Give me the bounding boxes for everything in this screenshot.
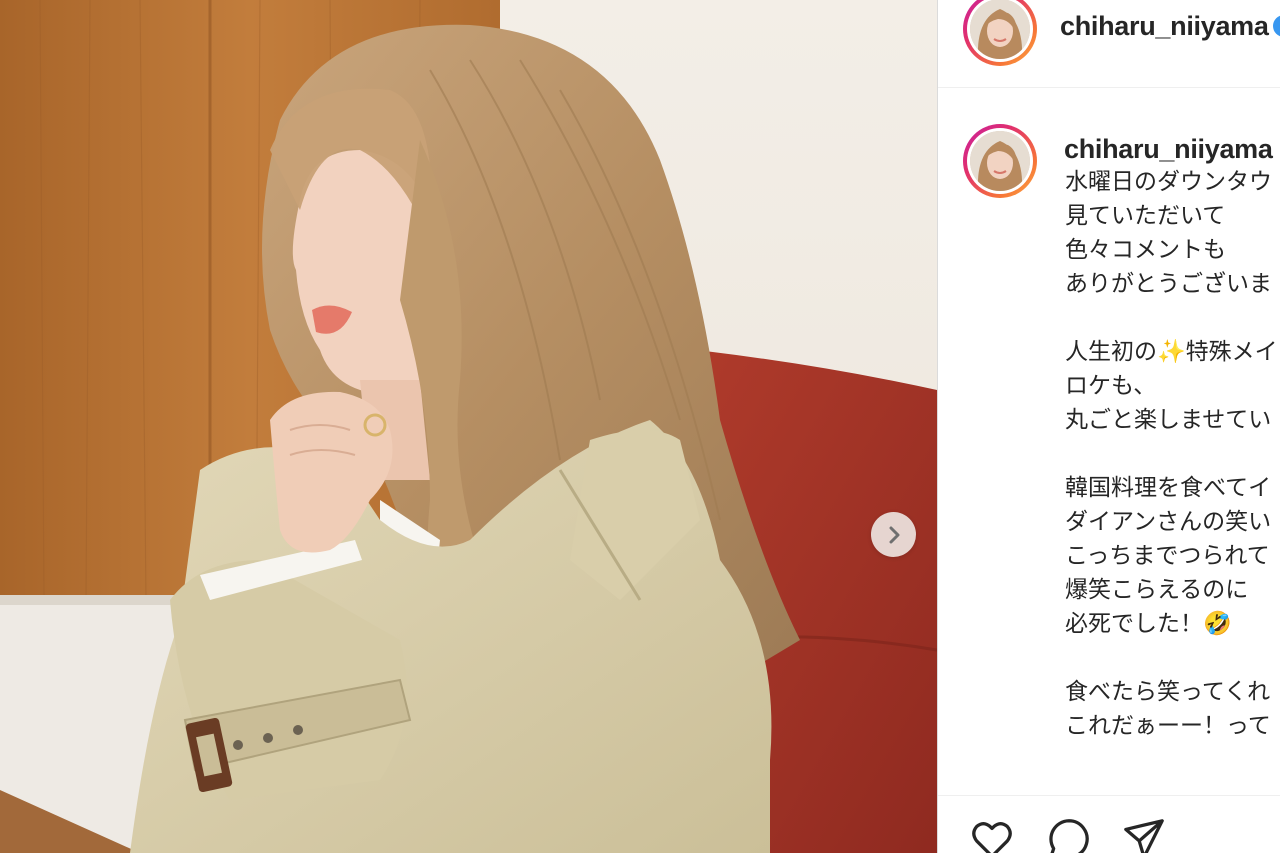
caption-line	[1065, 437, 1280, 471]
caption-line: ロケも、	[1065, 373, 1157, 399]
paper-plane-icon[interactable]	[1121, 816, 1167, 853]
chevron-right-icon	[889, 526, 899, 543]
heart-icon[interactable]	[969, 816, 1015, 853]
caption-line	[1065, 301, 1280, 335]
instagram-post-view: chiharu_niiyama ✓ chiharu_niiyama 水曜日の	[0, 0, 1280, 853]
post-caption: 水曜日のダウンタウ 見ていただいて 色々コメントも ありがとうございま 人生初の…	[1065, 165, 1280, 743]
avatar[interactable]	[963, 0, 1037, 66]
header-username[interactable]: chiharu_niiyama	[1060, 11, 1269, 42]
caption-line: ダイアンさんの笑い	[1065, 509, 1272, 535]
caption-username[interactable]: chiharu_niiyama	[1064, 134, 1273, 165]
caption-line: 色々コメントも	[1065, 237, 1226, 263]
post-side-panel: chiharu_niiyama ✓ chiharu_niiyama 水曜日の	[937, 0, 1280, 853]
post-photo[interactable]	[0, 0, 937, 853]
caption-line: 必死でした！🤣	[1065, 611, 1232, 637]
post-actions	[938, 795, 1280, 853]
caption-avatar[interactable]	[963, 124, 1037, 198]
caption-line: これだぁーー！って	[1065, 713, 1271, 739]
caption-line: 水曜日のダウンタウ	[1065, 169, 1272, 195]
caption-line: ありがとうございま	[1065, 271, 1272, 297]
caption-line: こっちまでつられて	[1065, 543, 1270, 569]
caption-line: 食べたら笑ってくれ	[1065, 679, 1271, 705]
post-header: chiharu_niiyama ✓	[938, 0, 1280, 88]
caption-line: 爆笑こらえるのに	[1065, 577, 1249, 603]
caption-line	[1065, 641, 1280, 675]
next-photo-button[interactable]	[871, 512, 916, 557]
comment-bubble-icon[interactable]	[1046, 816, 1092, 853]
avatar-image	[970, 0, 1030, 59]
caption-line: 見ていただいて	[1065, 203, 1226, 229]
caption-line: 人生初の✨特殊メイ	[1065, 339, 1278, 365]
caption-line: 韓国料理を食べてイ	[1065, 475, 1272, 501]
post-photo-illustration	[0, 0, 937, 853]
verified-badge-icon: ✓	[1273, 15, 1280, 37]
caption-line: 丸ごと楽しませてい	[1065, 407, 1272, 433]
avatar-image	[970, 131, 1030, 191]
